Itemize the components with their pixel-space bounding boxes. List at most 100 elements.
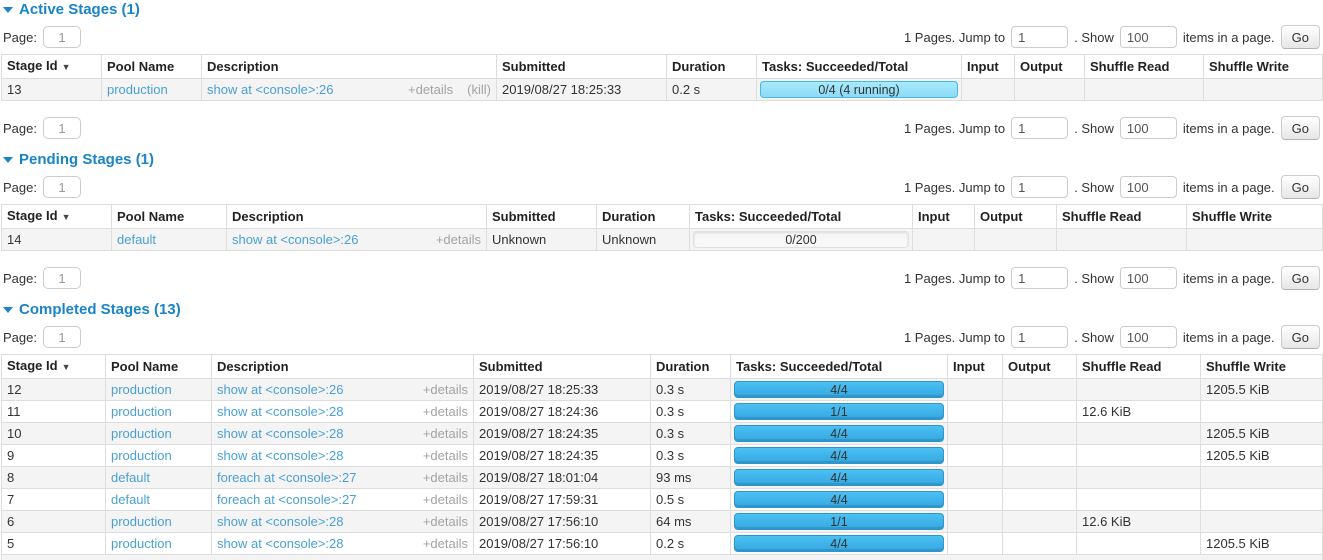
description-link[interactable]: show at <console>:28 xyxy=(217,537,343,550)
shuffle-write-cell xyxy=(1201,401,1323,423)
column-header-submitted[interactable]: Submitted xyxy=(487,205,597,229)
task-progress-bar: 4/4 xyxy=(734,447,944,464)
pool-name-link[interactable]: production xyxy=(111,448,172,463)
details-toggle[interactable]: +details xyxy=(423,383,468,396)
pool-name-link[interactable]: default xyxy=(111,492,150,507)
column-header-stage-id[interactable]: Stage Id▼ xyxy=(2,205,112,229)
pool-name-link[interactable]: default xyxy=(111,470,150,485)
go-button[interactable]: Go xyxy=(1281,325,1320,349)
pool-name-link[interactable]: production xyxy=(111,514,172,529)
items-per-page-input[interactable] xyxy=(1120,26,1177,48)
description-cell: show at <console>:28 +details xyxy=(212,401,474,423)
column-header-tasks-succeeded-total[interactable]: Tasks: Succeeded/Total xyxy=(757,55,962,79)
pool-name-link[interactable]: production xyxy=(111,404,172,419)
column-header-output[interactable]: Output xyxy=(1003,355,1077,379)
description-actions: +details xyxy=(423,515,468,528)
details-toggle[interactable]: +details xyxy=(423,405,468,418)
page-control: Page: xyxy=(1,176,81,198)
column-header-input[interactable]: Input xyxy=(948,355,1003,379)
description-link[interactable]: show at <console>:26 xyxy=(217,383,343,396)
page-jump-control: 1 Pages. Jump to. Showitems in a page.Go xyxy=(904,175,1322,199)
items-per-page-input[interactable] xyxy=(1120,117,1177,139)
column-header-shuffle-read[interactable]: Shuffle Read xyxy=(1057,205,1187,229)
details-toggle[interactable]: +details xyxy=(423,493,468,506)
details-toggle[interactable]: +details xyxy=(423,515,468,528)
submitted-cell: 2019/08/27 18:25:33 xyxy=(497,79,667,101)
description-link[interactable]: show at <console>:28 xyxy=(217,405,343,418)
column-header-pool-name[interactable]: Pool Name xyxy=(106,355,212,379)
section-heading-active-stages[interactable]: Active Stages (1) xyxy=(3,2,1323,17)
section-heading-pending-stages[interactable]: Pending Stages (1) xyxy=(3,152,1323,167)
pool-name-link[interactable]: production xyxy=(111,536,172,551)
column-header-shuffle-read[interactable]: Shuffle Read xyxy=(1085,55,1204,79)
task-progress-bar: 4/4 xyxy=(734,425,944,442)
column-header-submitted[interactable]: Submitted xyxy=(474,355,651,379)
column-header-description[interactable]: Description xyxy=(202,55,497,79)
description-link[interactable]: show at <console>:28 xyxy=(217,449,343,462)
jump-to-page-input[interactable] xyxy=(1011,26,1068,48)
column-header-pool-name[interactable]: Pool Name xyxy=(112,205,227,229)
column-header-duration[interactable]: Duration xyxy=(597,205,690,229)
description-cell: show at <console>:26 +details xyxy=(212,379,474,401)
jump-to-page-input[interactable] xyxy=(1011,326,1068,348)
page-number-input[interactable] xyxy=(43,26,81,48)
column-header-description[interactable]: Description xyxy=(212,355,474,379)
column-header-tasks-succeeded-total[interactable]: Tasks: Succeeded/Total xyxy=(690,205,913,229)
go-button[interactable]: Go xyxy=(1281,175,1320,199)
jump-to-page-input[interactable] xyxy=(1011,176,1068,198)
column-header-label: Stage Id xyxy=(7,58,58,73)
details-toggle[interactable]: +details xyxy=(423,449,468,462)
pool-name-link[interactable]: production xyxy=(111,426,172,441)
column-header-output[interactable]: Output xyxy=(975,205,1057,229)
column-header-shuffle-write[interactable]: Shuffle Write xyxy=(1201,355,1323,379)
details-toggle[interactable]: +details xyxy=(423,537,468,550)
page-number-input[interactable] xyxy=(43,267,81,289)
description-link[interactable]: foreach at <console>:27 xyxy=(217,493,357,506)
column-header-input[interactable]: Input xyxy=(962,55,1015,79)
jump-to-page-input[interactable] xyxy=(1011,267,1068,289)
description-link[interactable]: show at <console>:28 xyxy=(217,427,343,440)
task-progress-label: 4/4 xyxy=(735,492,943,508)
page-number-input[interactable] xyxy=(43,117,81,139)
column-header-duration[interactable]: Duration xyxy=(667,55,757,79)
details-toggle[interactable]: +details xyxy=(436,233,481,246)
pool-name-link[interactable]: default xyxy=(117,232,156,247)
go-button[interactable]: Go xyxy=(1281,266,1320,290)
column-header-label: Pool Name xyxy=(107,59,174,74)
column-header-shuffle-write[interactable]: Shuffle Write xyxy=(1204,55,1323,79)
column-header-output[interactable]: Output xyxy=(1015,55,1085,79)
details-toggle[interactable]: +details xyxy=(408,83,453,96)
pool-name-link[interactable]: production xyxy=(111,382,172,397)
column-header-pool-name[interactable]: Pool Name xyxy=(102,55,202,79)
column-header-stage-id[interactable]: Stage Id▼ xyxy=(2,55,102,79)
jump-to-page-input[interactable] xyxy=(1011,117,1068,139)
details-toggle[interactable]: +details xyxy=(423,471,468,484)
page-label: Page: xyxy=(3,30,37,45)
description-link[interactable]: foreach at <console>:27 xyxy=(217,471,357,484)
tasks-cell: 4/4 xyxy=(731,533,948,555)
shuffle-read-cell: 12.6 KiB xyxy=(1077,401,1201,423)
column-header-shuffle-read[interactable]: Shuffle Read xyxy=(1077,355,1201,379)
description-link[interactable]: show at <console>:28 xyxy=(217,515,343,528)
kill-link[interactable]: (kill) xyxy=(467,83,491,96)
section-heading-completed-stages[interactable]: Completed Stages (13) xyxy=(3,302,1323,317)
page-number-input[interactable] xyxy=(43,326,81,348)
go-button[interactable]: Go xyxy=(1281,116,1320,140)
column-header-shuffle-write[interactable]: Shuffle Write xyxy=(1187,205,1323,229)
column-header-submitted[interactable]: Submitted xyxy=(497,55,667,79)
column-header-description[interactable]: Description xyxy=(227,205,487,229)
description-link[interactable]: show at <console>:26 xyxy=(232,233,358,246)
column-header-stage-id[interactable]: Stage Id▼ xyxy=(2,355,106,379)
items-per-page-input[interactable] xyxy=(1120,176,1177,198)
tasks-cell: 0/200 xyxy=(690,229,913,251)
go-button[interactable]: Go xyxy=(1281,25,1320,49)
column-header-tasks-succeeded-total[interactable]: Tasks: Succeeded/Total xyxy=(731,355,948,379)
page-number-input[interactable] xyxy=(43,176,81,198)
items-per-page-input[interactable] xyxy=(1120,267,1177,289)
column-header-duration[interactable]: Duration xyxy=(651,355,731,379)
pool-name-link[interactable]: production xyxy=(107,82,168,97)
details-toggle[interactable]: +details xyxy=(423,427,468,440)
items-per-page-input[interactable] xyxy=(1120,326,1177,348)
column-header-input[interactable]: Input xyxy=(913,205,975,229)
description-link[interactable]: show at <console>:26 xyxy=(207,83,333,96)
